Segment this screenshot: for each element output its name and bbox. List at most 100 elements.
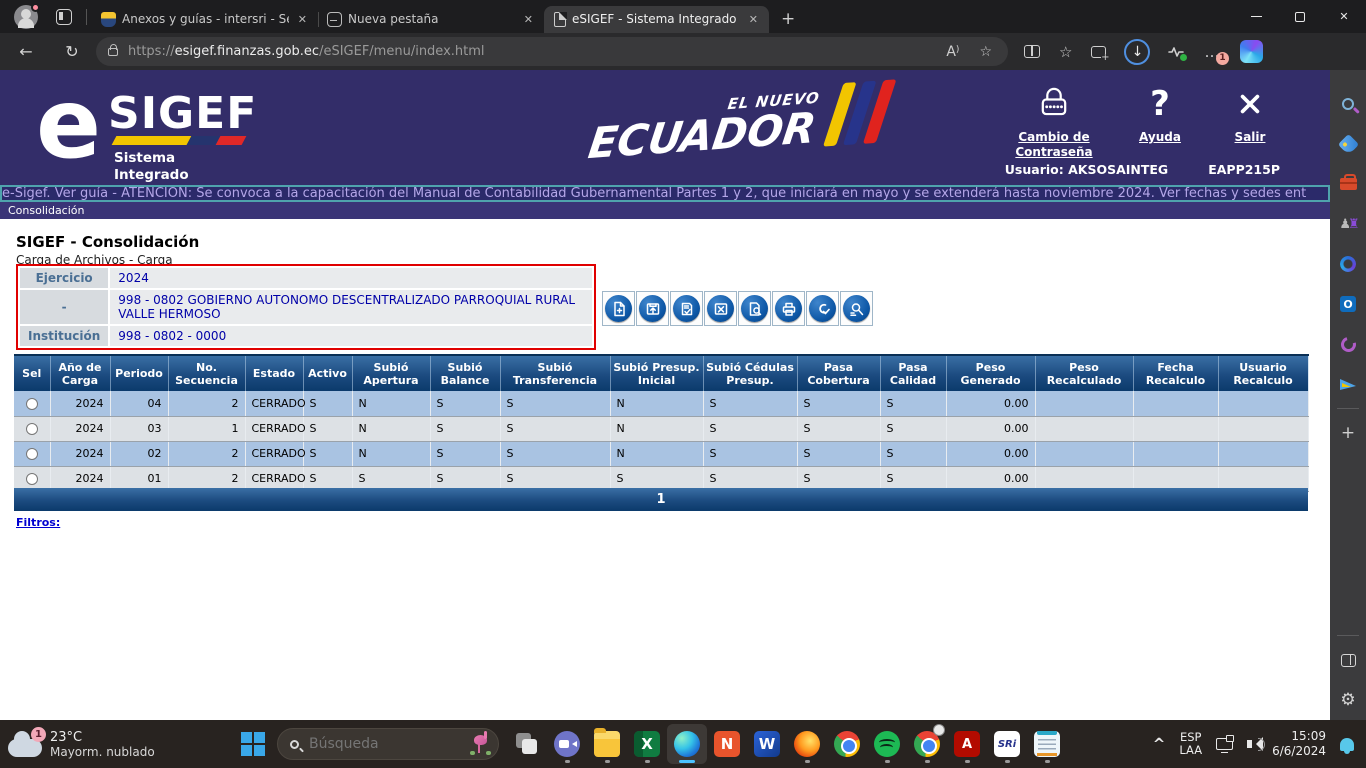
quality-check-button[interactable] [806, 291, 839, 326]
column-header: Subió Balance [430, 354, 501, 391]
chrome-button[interactable] [827, 724, 867, 764]
nuevo-ecuador-logo: EL NUEVO ECUADOR [585, 78, 898, 179]
validate-file-icon [673, 295, 700, 322]
close-icon[interactable]: ✕ [521, 13, 536, 26]
start-button[interactable] [241, 732, 265, 756]
view-detail-button[interactable] [738, 291, 771, 326]
table-cell: S [500, 441, 611, 467]
table-cell: N [352, 416, 431, 442]
form-label: Ejercicio [20, 268, 109, 288]
sidebar-designer-icon[interactable] [1330, 324, 1366, 364]
tray-expand-icon[interactable]: ^ [1153, 735, 1166, 753]
more-menu-icon[interactable]: … 1 [1204, 43, 1230, 65]
sidebar-customize-icon[interactable]: + [1330, 413, 1366, 453]
row-select-radio[interactable] [25, 397, 38, 410]
downloads-icon[interactable]: ↓ [1124, 38, 1151, 65]
browser-essentials-icon[interactable] [1167, 44, 1188, 61]
search-input[interactable] [309, 736, 439, 752]
page-content: SIGEF - Consolidación Carga de Archivos … [0, 219, 1330, 720]
maximize-button[interactable] [1278, 0, 1322, 33]
sri-favicon-icon [101, 11, 116, 27]
tab-anexos[interactable]: Anexos y guías - intersri - Servici ✕ [93, 6, 318, 33]
weather-badge: 1 [31, 727, 46, 742]
refresh-button[interactable]: ↻ [56, 42, 88, 61]
minimize-button[interactable] [1234, 0, 1278, 33]
change-password-button[interactable]: Cambio de Contraseña [1008, 82, 1100, 160]
sidebar-panel-icon[interactable] [1330, 640, 1366, 680]
firefox-button[interactable] [787, 724, 827, 764]
date: 6/6/2024 [1272, 744, 1326, 758]
table-cell: N [610, 391, 704, 417]
sidebar-microsoft365-icon[interactable] [1330, 244, 1366, 284]
validate-file-button[interactable] [670, 291, 703, 326]
teams-chat-button[interactable] [547, 724, 587, 764]
file-explorer-button[interactable] [587, 724, 627, 764]
nitro-pdf-button[interactable]: N [707, 724, 747, 764]
tab-esigef-active[interactable]: eSIGEF - Sistema Integrado de G ✕ [544, 5, 769, 33]
table-cell: S [797, 391, 881, 417]
tab-actions-icon[interactable] [56, 8, 72, 25]
notepad-button[interactable] [1027, 724, 1067, 764]
network-icon[interactable] [1216, 735, 1235, 753]
browser-toolbar: ← ↻ https://esigef.finanzas.gob.ec/eSIGE… [0, 33, 1366, 70]
column-header: Subió Transferencia [500, 354, 611, 391]
table-cell: 03 [110, 416, 169, 442]
tab-nueva-pestana[interactable]: Nueva pestaña ✕ [319, 6, 544, 33]
logout-button[interactable]: Salir [1220, 82, 1280, 160]
help-button[interactable]: ? Ayuda [1130, 82, 1190, 160]
word-button[interactable]: W [747, 724, 787, 764]
pagination-bar[interactable]: 1 [14, 488, 1308, 511]
read-aloud-icon[interactable]: A [936, 44, 969, 60]
menu-item-consolidacion[interactable]: Consolidación [8, 204, 84, 217]
sidebar-search-icon[interactable] [1330, 84, 1366, 124]
column-header: Pasa Cobertura [797, 354, 881, 391]
language-indicator[interactable]: ESP LAA [1179, 731, 1202, 757]
sidebar-tools-icon[interactable] [1330, 164, 1366, 204]
new-tab-button[interactable]: + [769, 9, 807, 29]
clock[interactable]: 15:09 6/6/2024 [1272, 729, 1326, 759]
column-header: Subió Apertura [352, 354, 431, 391]
close-icon[interactable]: ✕ [295, 13, 310, 26]
advanced-search-button[interactable] [840, 291, 873, 326]
edge-button[interactable] [667, 724, 707, 764]
exit-x-icon [1220, 82, 1280, 126]
tab-title: eSIGEF - Sistema Integrado de G [572, 12, 740, 26]
table-cell: CERRADO [245, 441, 306, 467]
sidebar-shopping-icon[interactable] [1330, 124, 1366, 164]
spotify-button[interactable] [867, 724, 907, 764]
acrobat-button[interactable]: A [947, 724, 987, 764]
table-cell: S [430, 416, 501, 442]
profile-avatar[interactable] [14, 2, 40, 29]
chrome-profile-button[interactable] [907, 724, 947, 764]
close-icon[interactable]: ✕ [746, 13, 761, 26]
column-header: Periodo [110, 354, 169, 391]
split-screen-icon[interactable] [1024, 45, 1040, 58]
sidebar-drop-icon[interactable] [1330, 364, 1366, 404]
filters-link[interactable]: Filtros: [16, 516, 60, 529]
table-cell [1133, 416, 1219, 442]
sri-app-button[interactable]: SRi [987, 724, 1027, 764]
sidebar-games-icon[interactable]: ♟ ♜ [1330, 204, 1366, 244]
task-view-button[interactable] [507, 724, 547, 764]
collections-icon[interactable] [1091, 45, 1110, 62]
taskbar-search[interactable] [277, 728, 499, 760]
row-select-radio[interactable] [25, 473, 38, 485]
sidebar-outlook-icon[interactable]: O [1330, 284, 1366, 324]
close-window-button[interactable]: ✕ [1322, 0, 1366, 33]
back-button[interactable]: ← [10, 42, 42, 61]
excel-button[interactable]: X [627, 724, 667, 764]
delete-file-button[interactable] [704, 291, 737, 326]
sidebar-settings-gear-icon[interactable]: ⚙ [1330, 680, 1366, 720]
notification-bell-icon[interactable] [1340, 737, 1354, 754]
address-bar[interactable]: https://esigef.finanzas.gob.ec/eSIGEF/me… [96, 37, 1008, 66]
print-button[interactable] [772, 291, 805, 326]
weather-widget[interactable]: 1 23°C Mayorm. nublado [8, 727, 233, 759]
row-select-radio[interactable] [25, 448, 38, 460]
volume-icon[interactable] [1247, 737, 1266, 751]
favorite-star-icon[interactable]: ☆ [969, 44, 1002, 60]
new-document-button[interactable] [602, 291, 635, 326]
copilot-icon[interactable] [1240, 40, 1264, 63]
favorites-icon[interactable]: ☆ [1059, 43, 1072, 61]
upload-file-button[interactable] [636, 291, 669, 326]
row-select-radio[interactable] [25, 423, 38, 435]
